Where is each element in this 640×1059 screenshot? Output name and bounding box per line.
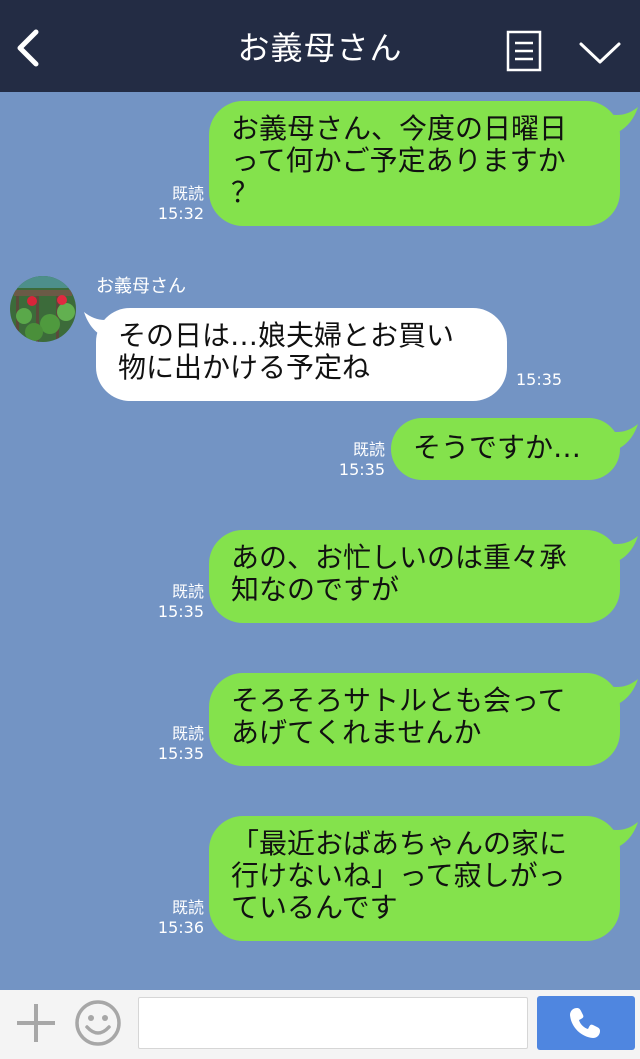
bubble-tail (604, 822, 638, 850)
incoming-message-bubble[interactable]: その日は…娘夫婦とお買い 物に出かける予定ね (96, 308, 507, 401)
outgoing-message-bubble[interactable]: 「最近おばあちゃんの家に 行けないね」って寂しがっ ているんです (209, 816, 620, 941)
read-receipt: 既読 15:35 (331, 440, 385, 480)
outgoing-message-bubble[interactable]: お義母さん、今度の日曜日 って何かご予定ありますか ？ (209, 101, 620, 226)
read-receipt: 既読 15:36 (150, 898, 204, 938)
outgoing-message-bubble[interactable]: そろそろサトルとも会って あげてくれませんか (209, 673, 620, 766)
message-time: 15:35 (157, 602, 204, 621)
plus-icon[interactable] (14, 1001, 58, 1045)
read-label: 既読 (171, 898, 204, 917)
read-label: 既読 (352, 440, 385, 459)
message-input[interactable] (138, 997, 528, 1049)
read-label: 既読 (171, 724, 204, 743)
avatar-photo (10, 276, 76, 342)
message-time-label: 15:35 (516, 370, 563, 389)
bubble-tail (604, 536, 638, 564)
bubble-tail (604, 107, 638, 135)
call-button[interactable] (537, 996, 635, 1050)
message-time: 15:35 (338, 460, 385, 479)
read-receipt: 既読 15:35 (150, 582, 204, 622)
read-label: 既読 (171, 582, 204, 601)
chat-area[interactable]: 既読 15:32 お義母さん、今度の日曜日 って何かご予定ありますか ？ お義母… (0, 92, 640, 990)
sender-name: お義母さん (96, 276, 186, 297)
read-receipt: 既読 15:32 (150, 184, 204, 224)
smiley-icon[interactable] (74, 999, 122, 1047)
read-label: 既読 (171, 184, 204, 203)
message-time: 15:35 (516, 370, 566, 390)
chevron-down-icon[interactable] (578, 40, 622, 66)
chat-header: お義母さん (0, 0, 640, 92)
contact-avatar[interactable] (10, 276, 76, 342)
message-time: 15:35 (157, 744, 204, 763)
phone-icon (570, 1008, 600, 1038)
list-icon[interactable] (506, 30, 542, 72)
message-time: 15:36 (157, 918, 204, 937)
bubble-tail (604, 679, 638, 707)
bubble-tail (604, 424, 638, 452)
message-input-bar (0, 990, 640, 1059)
outgoing-message-bubble[interactable]: あの、お忙しいのは重々承 知なのですが (209, 530, 620, 623)
chat-title: お義母さん (237, 29, 403, 67)
outgoing-message-bubble[interactable]: そうですか… (391, 418, 620, 480)
message-time: 15:32 (157, 204, 204, 223)
read-receipt: 既読 15:35 (150, 724, 204, 764)
